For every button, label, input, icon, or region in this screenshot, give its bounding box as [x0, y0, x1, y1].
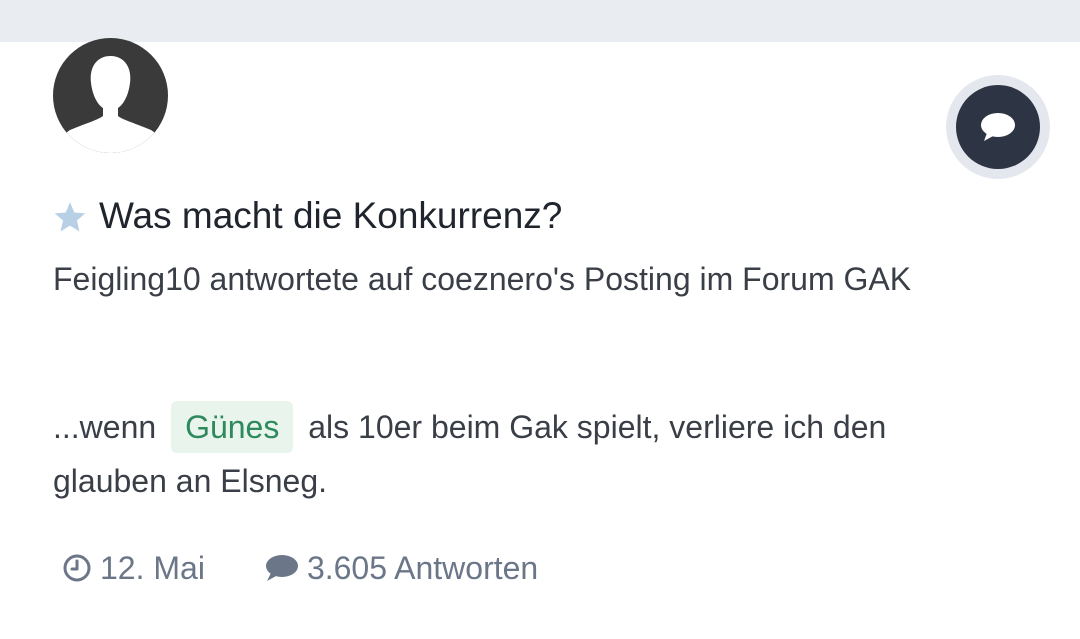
reply-button[interactable] [946, 75, 1050, 179]
post-date: 12. Mai [62, 550, 205, 587]
post-title-row[interactable]: Was macht die Konkurrenz? [53, 192, 562, 240]
post-excerpt: ...wenn Günes als 10er beim Gak spielt, … [53, 400, 983, 508]
reply-count-text[interactable]: 3.605 Antworten [307, 550, 538, 587]
top-bar [0, 0, 1080, 42]
post-date-text: 12. Mai [100, 549, 205, 586]
player-tag[interactable]: Günes [171, 401, 294, 453]
reply-button-inner [956, 85, 1040, 169]
post-title[interactable]: Was macht die Konkurrenz? [99, 192, 562, 240]
comment-icon [265, 555, 298, 581]
reply-count[interactable]: 3.605 Antworten [263, 550, 538, 587]
user-silhouette-icon [53, 38, 168, 153]
excerpt-text-before: ...wenn [53, 409, 157, 445]
avatar[interactable] [53, 38, 168, 153]
post-footer: 12. Mai 3.605 Antworten [62, 546, 538, 590]
clock-icon [63, 554, 91, 582]
star-icon[interactable] [53, 200, 87, 234]
speech-bubble-icon [981, 113, 1015, 141]
post-meta: Feigling10 antwortete auf coeznero's Pos… [53, 261, 912, 297]
